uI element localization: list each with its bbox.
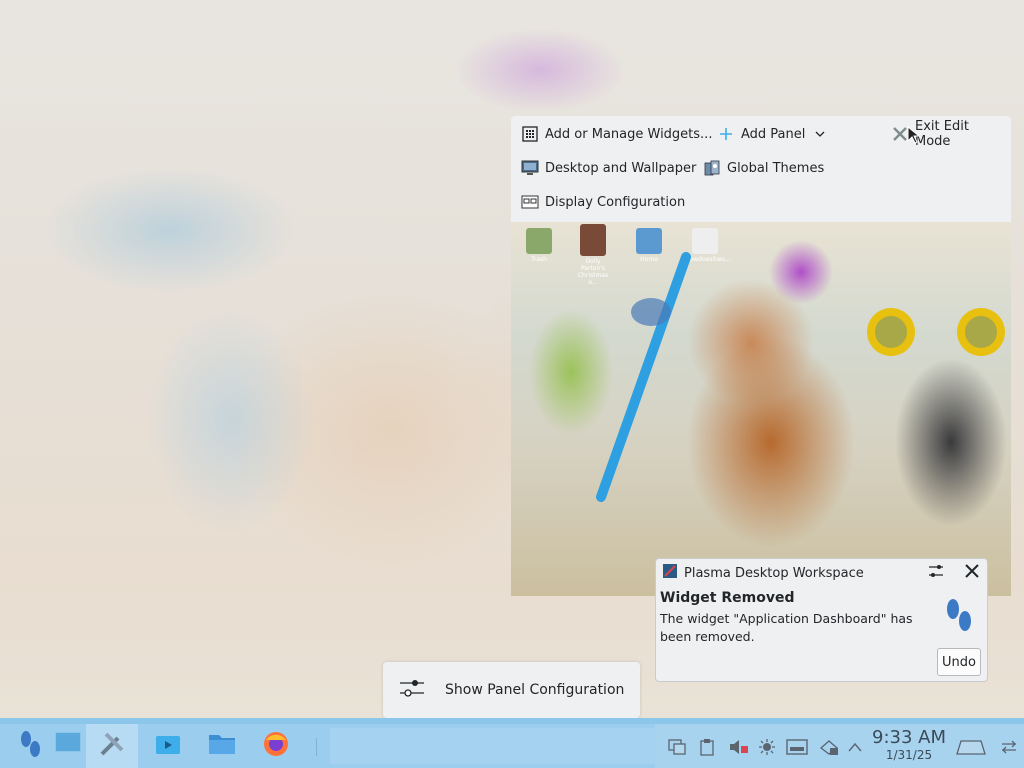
chevron-up-icon[interactable] <box>846 738 864 756</box>
add-panel-label: Add Panel <box>741 126 806 142</box>
display-config-icon <box>521 193 539 211</box>
wallpaper-artwork <box>596 252 691 502</box>
desktop-icon-trash[interactable]: Trash <box>519 228 559 263</box>
add-panel-button[interactable]: Add Panel <box>711 121 835 147</box>
notification-header: Plasma Desktop Workspace <box>656 559 987 587</box>
display-configuration-label: Display Configuration <box>545 194 686 210</box>
empty-task-area <box>330 728 655 764</box>
show-desktop-icon[interactable] <box>956 738 986 756</box>
notification-settings-icon[interactable] <box>927 562 945 584</box>
undo-button[interactable]: Undo <box>937 648 981 676</box>
clock-time: 9:33 AM <box>872 727 946 748</box>
desktop-preview[interactable]: Trash Dolly Parton's Christmas o... Home… <box>511 222 1011 596</box>
trash-icon <box>526 228 552 254</box>
show-panel-configuration-label: Show Panel Configuration <box>445 682 625 698</box>
clock-date: 1/31/25 <box>885 748 933 762</box>
sunglasses-artwork <box>867 308 1005 356</box>
show-panel-configuration-button[interactable]: Show Panel Configuration <box>383 662 640 718</box>
volume-muted-icon[interactable] <box>728 738 750 756</box>
folder-video-icon <box>154 732 182 760</box>
application-launcher-button[interactable] <box>10 724 50 768</box>
plasma-app-icon <box>662 563 678 583</box>
disk-icon[interactable] <box>786 738 808 756</box>
pager-widget[interactable] <box>54 720 82 764</box>
desktop-wallpaper-label: Desktop and Wallpaper <box>545 160 697 176</box>
global-themes-button[interactable]: Global Themes <box>697 155 830 181</box>
desktop-icon-label: Trash <box>531 256 547 263</box>
task-file-manager[interactable] <box>198 724 246 768</box>
desktop-wallpaper-button[interactable]: Desktop and Wallpaper <box>515 155 702 181</box>
widgets-icon <box>521 125 539 143</box>
notification-body: The widget "Application Dashboard" has b… <box>660 611 913 644</box>
task-firefox[interactable] <box>252 724 300 768</box>
add-manage-widgets-label: Add or Manage Widgets... <box>545 126 713 142</box>
desktop-1-pager[interactable] <box>55 732 81 752</box>
taskbar-panel: 9:33 AM 1/31/25 <box>0 724 1024 768</box>
exit-edit-mode-button[interactable]: Exit Edit Mode <box>885 119 1011 149</box>
notification-app-name: Plasma Desktop Workspace <box>684 565 864 581</box>
global-themes-label: Global Themes <box>727 160 825 176</box>
notification-popup: Plasma Desktop Workspace Widget Removed … <box>655 558 988 682</box>
exit-edit-mode-label: Exit Edit Mode <box>915 119 969 149</box>
network-icon[interactable] <box>818 738 840 756</box>
clipboard-icon[interactable] <box>698 738 716 756</box>
panel-options-icon[interactable] <box>1000 738 1018 756</box>
footprints-icon <box>943 595 975 641</box>
display-configuration-button[interactable]: Display Configuration <box>515 189 691 215</box>
close-icon[interactable] <box>963 562 981 584</box>
notification-title: Widget Removed <box>660 590 795 606</box>
chevron-down-icon <box>811 125 829 143</box>
footprints-icon <box>18 729 42 763</box>
taskbar: 9:33 AM 1/31/25 <box>0 718 1024 768</box>
kde-connect-icon[interactable] <box>668 738 686 756</box>
mouse-cursor-icon <box>907 126 919 144</box>
firefox-icon <box>262 730 290 762</box>
panel-settings-icon <box>399 677 425 703</box>
brightness-icon[interactable] <box>758 738 776 756</box>
task-system-settings[interactable] <box>86 724 138 768</box>
home-folder-icon <box>636 228 662 254</box>
task-dolphin[interactable] <box>144 724 192 768</box>
tools-icon <box>98 730 126 762</box>
edit-mode-toolbar: Add or Manage Widgets... Add Panel Exit … <box>511 116 1011 222</box>
folder-icon <box>207 732 237 760</box>
digital-clock[interactable]: 9:33 AM 1/31/25 <box>872 727 946 763</box>
monitor-icon <box>521 159 539 177</box>
taskbar-separator <box>316 738 317 756</box>
document-icon <box>692 228 718 254</box>
global-themes-icon <box>703 159 721 177</box>
add-manage-widgets-button[interactable]: Add or Manage Widgets... <box>515 121 718 147</box>
plus-icon <box>717 125 735 143</box>
